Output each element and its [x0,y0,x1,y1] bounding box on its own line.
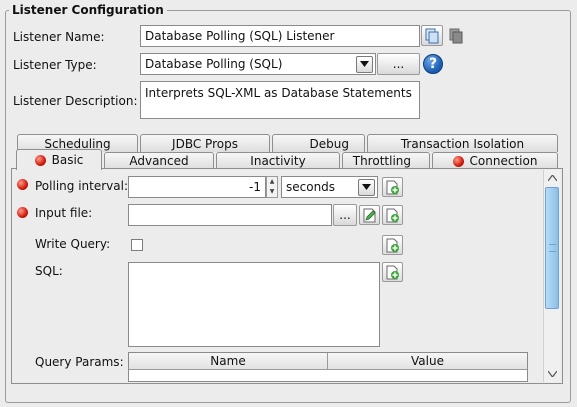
write-query-label: Write Query: [35,237,111,251]
add-document-icon [386,208,399,222]
write-query-checkbox[interactable] [131,239,143,251]
column-header-value[interactable]: Value [328,353,527,369]
polling-interval-stepper[interactable]: ▲ ▼ [266,176,278,198]
listener-name-input[interactable]: Database Polling (SQL) Listener [140,25,420,47]
tab-label: Throttling [352,154,411,168]
sql-label: SQL: [35,264,63,278]
sql-textarea[interactable] [128,262,380,347]
listener-type-select[interactable]: Database Polling (SQL) [140,53,376,75]
tab-label: Advanced [129,154,189,168]
query-params-table[interactable]: Name Value [128,352,528,382]
required-indicator-icon [17,207,28,218]
copy-button[interactable] [421,25,443,46]
input-file-label: Input file: [35,206,93,220]
tab-transaction-isolation[interactable]: Transaction Isolation [367,134,558,152]
add-document-icon [386,238,399,252]
tab-basic[interactable]: Basic [16,149,102,170]
tab-label: JDBC Props [172,136,238,151]
chevron-down-icon[interactable] [358,178,375,196]
section-title: Listener Configuration [9,3,167,17]
tab-throttling[interactable]: Throttling [342,152,430,169]
query-params-label: Query Params: [35,355,124,369]
listener-type-label: Listener Type: [13,58,97,72]
listener-description-input[interactable]: Interprets SQL-XML as Database Statement… [140,81,420,119]
required-indicator-icon [34,154,46,166]
scroll-up-icon[interactable] [546,172,558,184]
edit-document-icon [363,208,376,222]
tab-label: Transaction Isolation [400,136,525,151]
required-indicator-icon [17,179,28,190]
listener-description-label: Listener Description: [13,94,138,108]
polling-unit-select[interactable]: seconds [281,176,378,198]
add-write-query-button[interactable] [382,235,403,255]
stepper-up-icon[interactable]: ▲ [270,179,275,185]
input-file-field[interactable] [128,204,332,226]
edit-input-file-button[interactable] [359,205,380,225]
polling-interval-input[interactable]: -1 [128,176,266,198]
add-sql-button[interactable] [382,262,403,282]
scroll-thumb[interactable] [545,187,559,309]
tab-jdbc-props[interactable]: JDBC Props [140,134,270,152]
tab-inactivity[interactable]: Inactivity [216,152,340,169]
tab-label: Debug [309,136,349,151]
tab-label: Inactivity [250,154,306,168]
polling-interval-label: Polling interval: [35,179,128,193]
required-indicator-icon [452,155,464,167]
scroll-down-icon[interactable] [546,368,558,380]
add-document-icon [386,265,399,279]
help-icon[interactable]: ? [423,54,443,74]
column-header-name[interactable]: Name [129,353,328,369]
add-polling-interval-button[interactable] [382,177,403,197]
tab-connection[interactable]: Connection [432,152,558,169]
vertical-scrollbar[interactable] [543,170,560,382]
tab-debug[interactable]: Debug [272,134,365,152]
tab-label: Connection [469,154,538,168]
polling-unit-value: seconds [286,180,336,194]
add-document-icon [386,180,399,194]
tab-label: Basic [51,153,84,167]
tab-advanced[interactable]: Advanced [104,152,214,169]
listener-type-value: Database Polling (SQL) [145,57,283,71]
stepper-down-icon[interactable]: ▼ [270,189,275,195]
chevron-down-icon[interactable] [356,55,373,73]
listener-type-browse-button[interactable]: ... [377,53,420,75]
listener-name-label: Listener Name: [13,30,105,44]
copy-disabled-icon [449,28,463,44]
add-input-file-button[interactable] [382,205,403,225]
input-file-browse-button[interactable]: ... [333,204,357,226]
copy-icon [425,28,439,43]
copy-disabled-button[interactable] [446,26,466,46]
